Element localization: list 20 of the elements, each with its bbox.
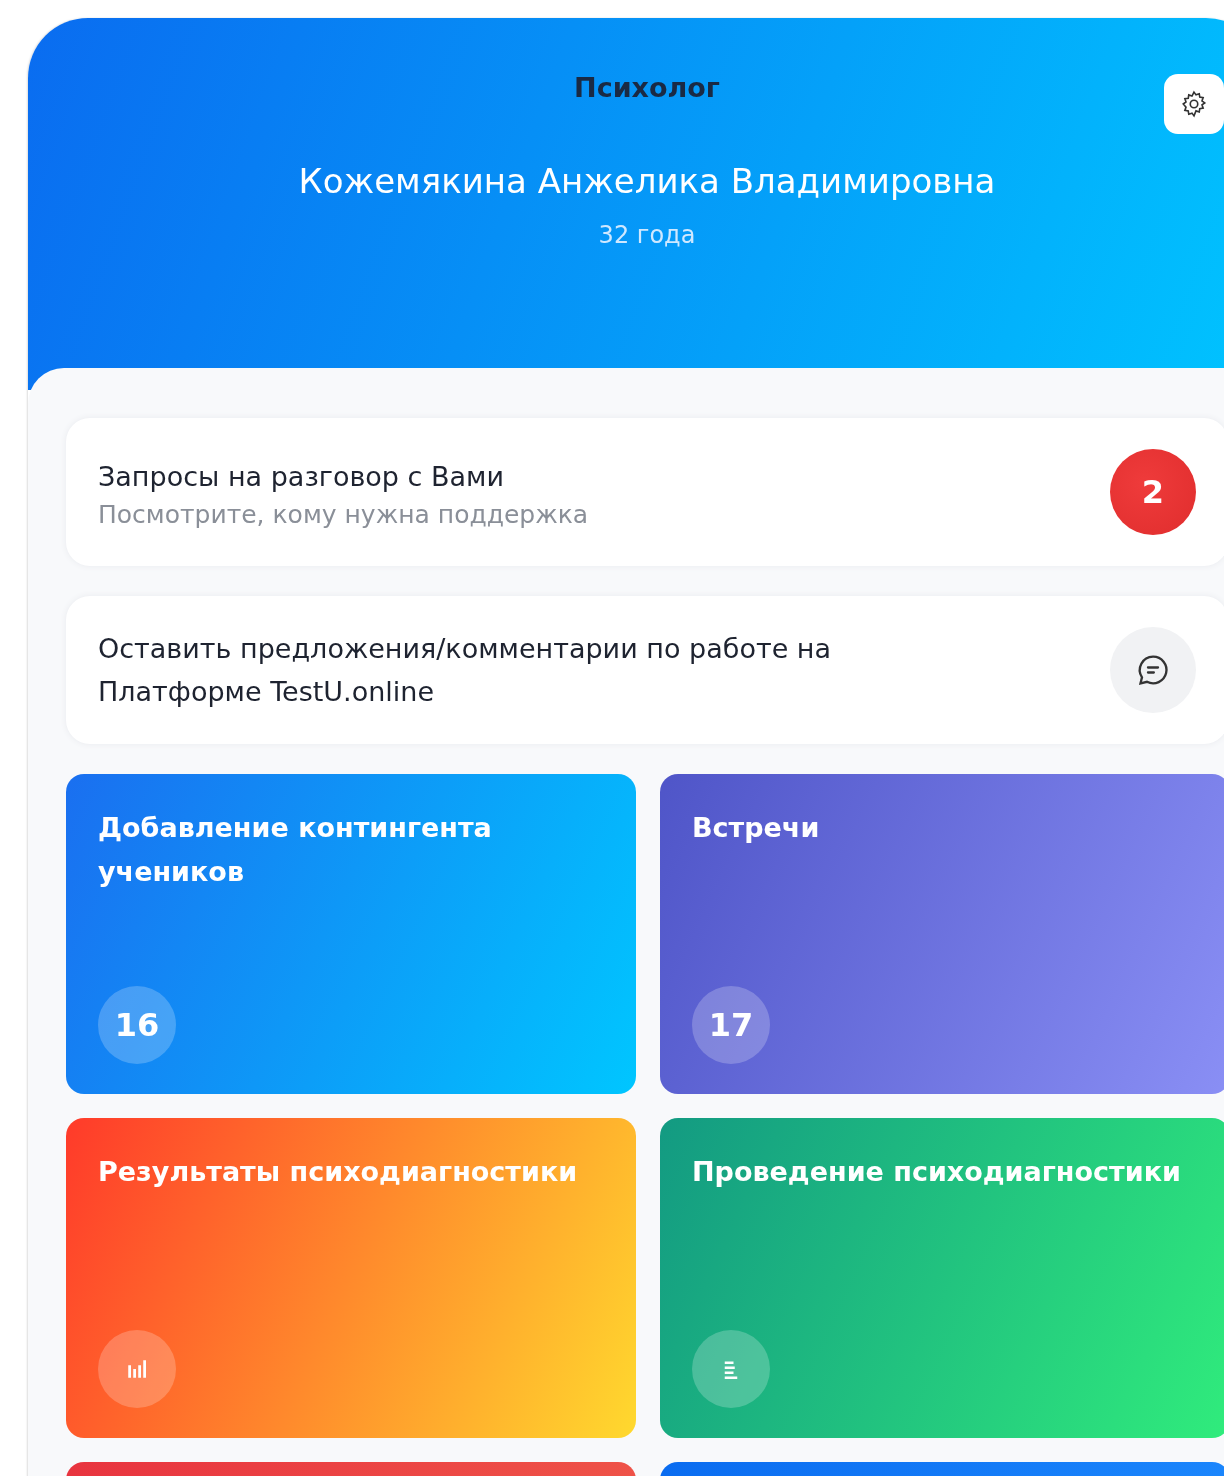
menu-tile[interactable]: Добавление контингента учеников 16 — [66, 774, 636, 1094]
settings-button[interactable] — [1164, 74, 1224, 134]
user-age: 32 года — [598, 221, 696, 249]
count-badge: 16 — [98, 986, 176, 1064]
menu-tile[interactable]: Встречи 17 — [660, 774, 1224, 1094]
card-title: Оставить предложения/комментарии по работе на Платформе TestU.online — [98, 632, 833, 709]
action-card[interactable]: Оставить предложения/комментарии по работе на Платформе TestU.online — [66, 596, 1224, 744]
role-title: Психолог — [574, 72, 720, 103]
tile-title: Встречи — [692, 811, 821, 845]
count-badge: 17 — [692, 986, 770, 1064]
card-title: Запросы на разговор с Вами — [98, 460, 505, 494]
tile-title: Добавление контингента учеников — [98, 811, 493, 889]
count-badge: 2 — [1110, 449, 1196, 535]
menu-tile[interactable]: Проведение психодиагностики — [660, 1118, 1224, 1438]
tile-title: Проведение психодиагностики — [692, 1155, 1182, 1189]
tile-title: Результаты психодиагностики — [98, 1155, 579, 1189]
menu-tile[interactable]: Результаты психодиагностики — [66, 1118, 636, 1438]
card-subtitle: Посмотрите, кому нужна поддержка — [98, 500, 589, 529]
user-name: Кожемякина Анжелика Владимировна — [298, 161, 996, 201]
action-card[interactable]: Запросы на разговор с Вами Посмотрите, кому нужна поддержка 2 — [66, 418, 1224, 566]
